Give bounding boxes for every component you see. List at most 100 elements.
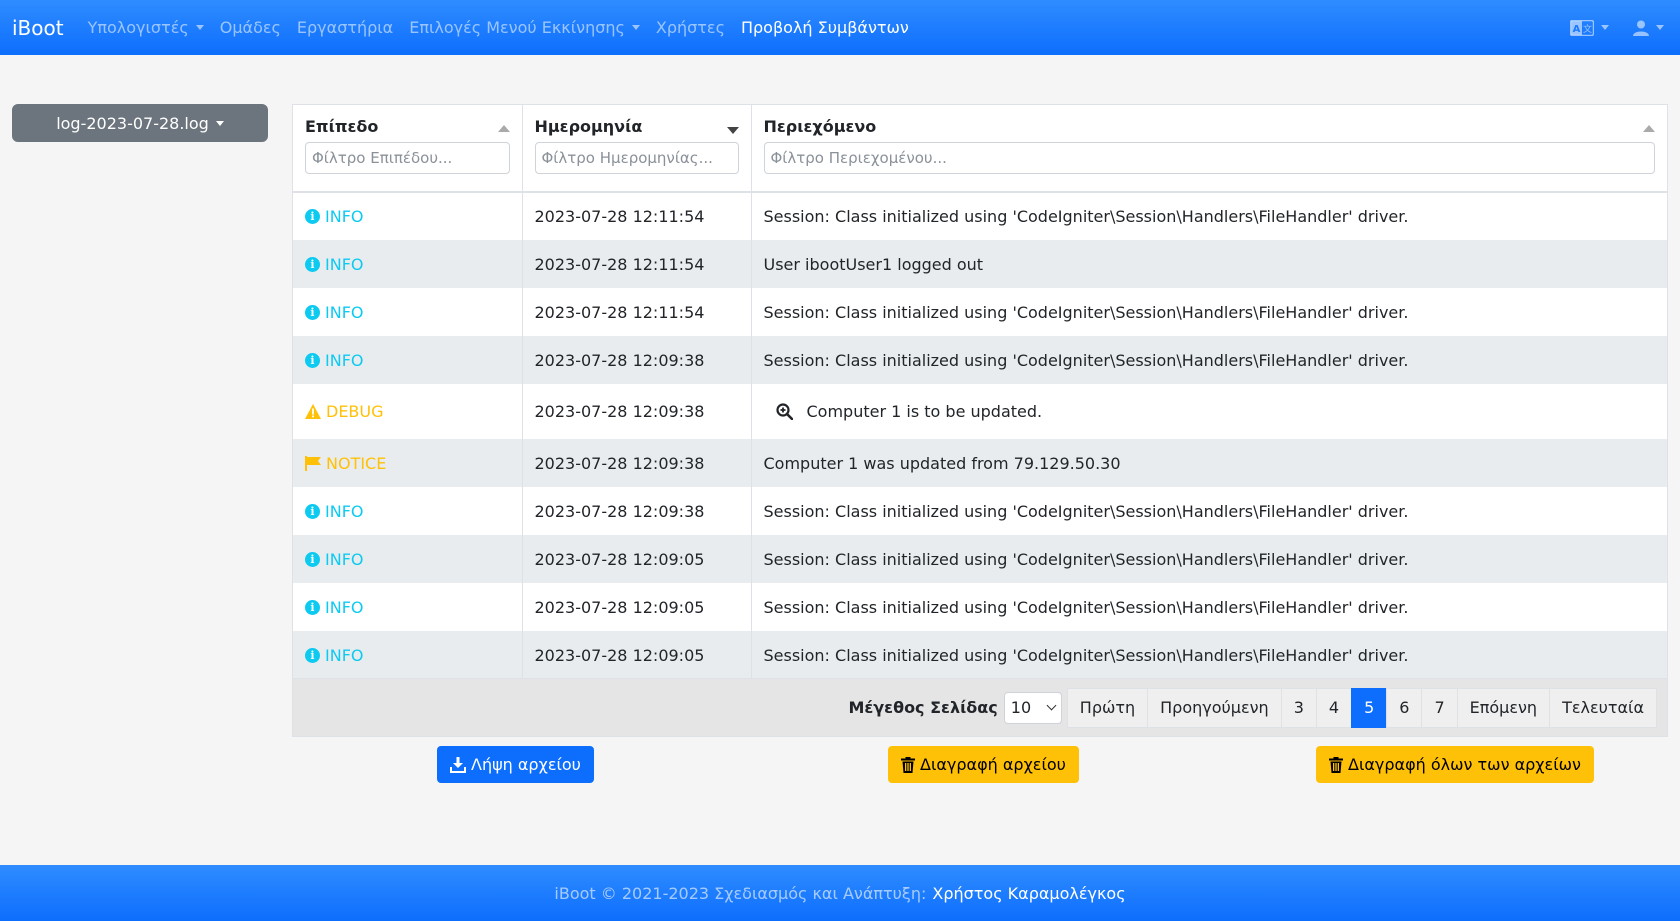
table-row: DEBUG 2023-07-28 12:09:38 Computer 1 is … xyxy=(293,384,1667,439)
svg-text:A: A xyxy=(1573,24,1581,35)
page-button-3[interactable]: 3 xyxy=(1280,687,1317,728)
table-row: i INFO 2023-07-28 12:09:38 Session: Class… xyxy=(293,336,1667,384)
nav-events-view[interactable]: Προβολή Συμβάντων xyxy=(741,18,909,37)
footer-author: Χρήστος Καραμολέγκος xyxy=(932,883,1126,903)
content-cell: Session: Class initialized using 'CodeIg… xyxy=(751,288,1667,336)
date-cell: 2023-07-28 12:11:54 xyxy=(522,192,752,240)
date-cell: 2023-07-28 12:09:38 xyxy=(522,439,752,487)
trash-icon xyxy=(901,756,915,773)
level-badge: i INFO xyxy=(305,502,510,521)
chevron-down-icon xyxy=(1046,700,1057,711)
date-cell: 2023-07-28 12:09:05 xyxy=(522,631,752,679)
next-page-button[interactable]: Επόμενη xyxy=(1456,687,1551,728)
caret-down-icon xyxy=(1601,25,1609,30)
level-badge: DEBUG xyxy=(305,402,510,421)
delete-all-files-button[interactable]: Διαγραφή όλων των αρχείων xyxy=(1316,746,1594,783)
column-header-date[interactable]: Ημερομηνία xyxy=(522,105,752,193)
nav-groups[interactable]: Ομάδες xyxy=(220,18,281,37)
language-dropdown[interactable]: A 文 xyxy=(1570,19,1609,36)
date-cell: 2023-07-28 12:09:38 xyxy=(522,487,752,535)
content-cell: Session: Class initialized using 'CodeIg… xyxy=(751,487,1667,535)
info-icon: i xyxy=(305,304,320,320)
page-button-5[interactable]: 5 xyxy=(1351,687,1388,728)
nav-computers[interactable]: Υπολογιστές xyxy=(88,18,204,37)
nav-boot-menu-options[interactable]: Επιλογές Μενού Εκκίνησης xyxy=(409,18,640,37)
table-row: i INFO 2023-07-28 12:11:54 User ibootUser… xyxy=(293,240,1667,288)
caret-down-icon xyxy=(195,25,204,30)
content-filter-input[interactable] xyxy=(763,142,1655,174)
content-cell: Session: Class initialized using 'CodeIg… xyxy=(751,583,1667,631)
page-footer: iBoot © 2021-2023 Σχεδιασμός και Ανάπτυξ… xyxy=(0,865,1680,921)
date-cell: 2023-07-28 12:09:05 xyxy=(522,535,752,583)
svg-text:文: 文 xyxy=(1583,23,1592,35)
info-icon: i xyxy=(305,256,320,272)
flag-icon xyxy=(305,455,321,471)
table-row: i INFO 2023-07-28 12:11:54 Session: Class… xyxy=(293,288,1667,336)
page-button-7[interactable]: 7 xyxy=(1421,687,1458,728)
level-badge: i INFO xyxy=(305,351,510,370)
top-navbar: iBoot Υπολογιστές Ομάδες Εργαστήρια Επιλ… xyxy=(0,0,1680,55)
content-cell: Session: Class initialized using 'CodeIg… xyxy=(751,535,1667,583)
info-icon: i xyxy=(305,503,320,519)
level-badge: i INFO xyxy=(305,303,510,322)
sort-icon[interactable] xyxy=(497,125,510,132)
level-badge: i INFO xyxy=(305,207,510,226)
events-table: Επίπεδο Ημερομηνία Περιεχόμενο iINFO xyxy=(292,104,1668,737)
zoom-in-icon[interactable] xyxy=(775,403,793,420)
content-cell: Session: Class initialized using 'CodeIg… xyxy=(751,336,1667,384)
level-badge: i INFO xyxy=(305,550,510,569)
table-row: i INFO 2023-07-28 12:09:05 Session: Class… xyxy=(293,583,1667,631)
page-button-6[interactable]: 6 xyxy=(1386,687,1423,728)
navbar-right: A 文 xyxy=(1570,0,1664,55)
table-row: i INFO 2023-07-28 12:09:05 Session: Class… xyxy=(293,631,1667,679)
first-page-button[interactable]: Πρώτη xyxy=(1066,687,1149,728)
previous-page-button[interactable]: Προηγούμενη xyxy=(1147,687,1282,728)
page-button-4[interactable]: 4 xyxy=(1315,687,1353,728)
content-cell: Computer 1 was updated from 79.129.50.30 xyxy=(751,439,1667,487)
warning-icon xyxy=(305,404,321,419)
table-row: i INFO 2023-07-28 12:09:05 Session: Class… xyxy=(293,535,1667,583)
nav-users[interactable]: Χρήστες xyxy=(656,18,725,37)
brand-logo[interactable]: iBoot xyxy=(12,16,64,40)
level-filter-input[interactable] xyxy=(305,142,510,174)
column-header-content[interactable]: Περιεχόμενο xyxy=(751,105,1667,193)
log-file-dropdown[interactable]: log-2023-07-28.log xyxy=(12,104,268,142)
content-cell: User ibootUser1 logged out xyxy=(751,240,1667,288)
language-icon: A 文 xyxy=(1570,19,1594,36)
info-icon: i xyxy=(305,599,320,615)
footer-copyright: iBoot © 2021-2023 Σχεδιασμός και Ανάπτυξ… xyxy=(554,883,927,903)
table-row: i INFO 2023-07-28 12:09:38 Session: Class… xyxy=(293,487,1667,535)
sort-desc-icon[interactable] xyxy=(726,127,739,134)
delete-file-button[interactable]: Διαγραφή αρχείου xyxy=(888,746,1079,783)
level-badge: i INFO xyxy=(305,255,510,274)
content-cell: Session: Class initialized using 'CodeIg… xyxy=(751,192,1667,240)
nav-labs[interactable]: Εργαστήρια xyxy=(297,18,393,37)
page-size-select[interactable]: 10 xyxy=(1003,691,1062,724)
info-icon: i xyxy=(305,647,320,663)
info-icon: i xyxy=(305,209,320,224)
level-badge: NOTICE xyxy=(305,454,510,473)
date-filter-input[interactable] xyxy=(534,142,739,174)
date-cell: 2023-07-28 12:11:54 xyxy=(522,288,752,336)
date-cell: 2023-07-28 12:09:38 xyxy=(522,336,752,384)
download-file-button[interactable]: Λήψη αρχείου xyxy=(437,746,594,783)
table-row: NOTICE 2023-07-28 12:09:38 Computer 1 wa… xyxy=(293,439,1667,487)
last-page-button[interactable]: Τελευταία xyxy=(1549,687,1657,728)
caret-down-icon xyxy=(215,120,224,126)
level-badge: i INFO xyxy=(305,646,510,665)
column-header-level[interactable]: Επίπεδο xyxy=(293,105,523,193)
user-icon xyxy=(1633,20,1649,36)
download-icon xyxy=(450,756,466,773)
date-cell: 2023-07-28 12:09:05 xyxy=(522,583,752,631)
user-dropdown[interactable] xyxy=(1633,20,1664,36)
caret-down-icon xyxy=(1656,25,1664,30)
content-cell: Session: Class initialized using 'CodeIg… xyxy=(751,631,1667,679)
level-badge: i INFO xyxy=(305,598,510,617)
trash-icon xyxy=(1329,756,1343,773)
date-cell: 2023-07-28 12:09:38 xyxy=(522,384,752,439)
page-size-label: Μέγεθος Σελίδας xyxy=(848,698,998,717)
date-cell: 2023-07-28 12:11:54 xyxy=(522,240,752,288)
info-icon: i xyxy=(305,352,320,368)
content-cell: Computer 1 is to be updated. xyxy=(751,384,1667,439)
sort-icon[interactable] xyxy=(1643,125,1655,132)
